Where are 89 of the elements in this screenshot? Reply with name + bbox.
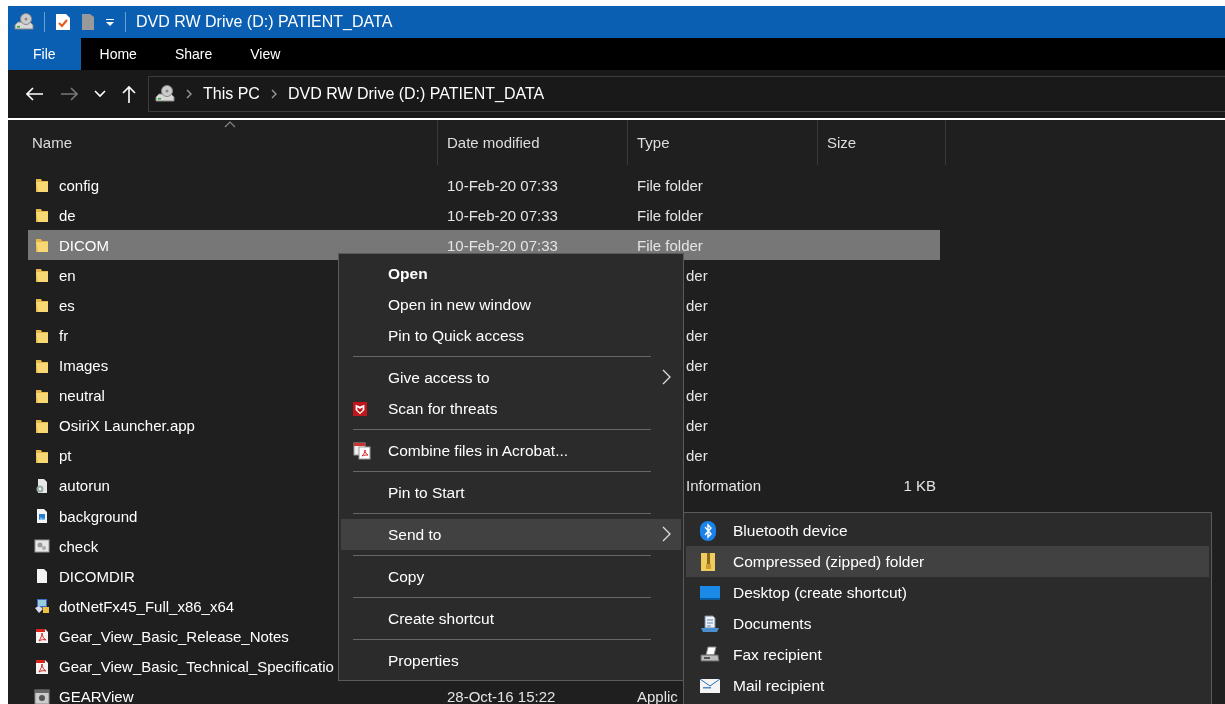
file-name: check [59,537,99,555]
file-name: Gear_View_Basic_Release_Notes [59,627,289,645]
breadcrumb[interactable]: This PC [203,85,260,103]
column-header[interactable]: Size [818,120,946,165]
file-name: pt [59,447,72,465]
menu-item[interactable]: Give access to [341,362,681,393]
chevron-icon [185,89,193,99]
file-type: File folder [637,176,703,194]
drive-icon [155,85,175,103]
column-header[interactable]: Date modified [438,120,628,165]
breadcrumb[interactable]: DVD RW Drive (D:) PATIENT_DATA [287,85,545,103]
back-arrow-icon[interactable] [26,87,44,101]
settings-file-icon [34,538,50,555]
envelope-icon [700,678,720,693]
fax-machine-icon [700,645,720,664]
date-modified: 10-Feb-20 07:33 [447,176,558,194]
bluetooth-icon [700,520,716,541]
pdf-file-icon [34,628,50,645]
file-type: File folder [637,236,703,254]
installer-icon [34,598,50,615]
blank-file-icon [34,568,50,585]
file-name: en [59,266,76,284]
file-name: OsiriX Launcher.app [59,417,195,435]
menu-item[interactable]: Scan for threats [341,393,681,424]
zip-folder-icon [700,551,716,572]
file-name: Images [59,357,109,375]
ribbon-tab[interactable]: View [231,38,300,70]
file-type: der [686,447,708,465]
menu-item[interactable]: Fax recipient [686,639,1209,670]
file-name: DICOMDIR [59,567,135,585]
menu-item[interactable]: Open in new window [341,289,681,320]
ribbon-tab[interactable]: Home [80,38,156,70]
file-type: der [686,296,708,314]
file-type: der [686,417,708,435]
chevron-down-icon[interactable] [94,90,106,98]
chevron-icon [269,89,278,99]
shield-icon [353,401,367,416]
properties-icon[interactable] [55,13,71,31]
file-name: de [59,206,76,224]
dropdown-icon[interactable] [105,17,115,27]
desktop-icon [700,584,720,601]
pdf-file-icon [34,658,50,675]
image-file-icon [34,508,50,525]
address-field[interactable]: This PC DVD RW Drive (D:) PATIENT_DATA [148,76,1225,112]
file-name: autorun [59,477,110,495]
menu-item[interactable]: Properties [341,645,681,676]
column-header[interactable]: Name [28,120,438,165]
date-modified: 10-Feb-20 07:33 [447,236,558,254]
file-name: DICOM [59,236,109,254]
file-type: Information [686,477,762,495]
file-name: es [59,296,75,314]
date-modified: 10-Feb-20 07:33 [447,206,558,224]
menu-item[interactable]: Combine files in Acrobat... [341,435,681,466]
ribbon-tab[interactable]: Share [155,38,232,70]
acrobat-icon [353,441,371,460]
menu-item[interactable]: Copy [341,561,681,592]
menu-item[interactable]: Documents [686,608,1209,639]
file-name: GEARView [59,688,134,704]
menu-item[interactable]: Bluetooth device [686,515,1209,546]
gear-file-icon [34,478,50,494]
drive-icon [14,13,34,31]
file-name: background [59,507,138,525]
menu-item[interactable]: Desktop (create shortcut) [686,577,1209,608]
menu-item[interactable]: Open [341,258,681,289]
up-arrow-icon[interactable] [122,85,136,103]
menu-item[interactable]: Pin to Start [341,477,681,508]
file-type: der [686,266,708,284]
file-name: dotNetFx45_Full_x86_x64 [59,597,235,615]
application-icon [34,688,50,704]
sort-caret-icon [224,121,236,128]
file-type: der [686,327,708,344]
menu-item[interactable]: Send to [341,519,681,550]
date-modified: 28-Oct-16 15:22 [447,688,556,704]
column-header[interactable]: Type [628,120,818,165]
menu-item[interactable]: Mail recipient [686,670,1209,701]
file-name: fr [59,327,69,344]
file-type: der [686,387,708,405]
file-size: 1 KB [903,477,936,495]
file-name: config [59,176,100,194]
menu-item[interactable]: Create shortcut [341,603,681,634]
file-name: neutral [59,387,105,405]
ribbon-tab[interactable]: File [8,38,81,70]
file-name: Gear_View_Basic_Technical_Specificatio [59,658,334,676]
menu-item[interactable]: Pin to Quick access [341,320,681,351]
documents-icon [700,614,720,633]
menu-item[interactable]: Compressed (zipped) folder [686,546,1209,577]
file-type: der [686,357,708,375]
file-type: File folder [637,206,703,224]
window-title: DVD RW Drive (D:) PATIENT_DATA [136,13,393,31]
